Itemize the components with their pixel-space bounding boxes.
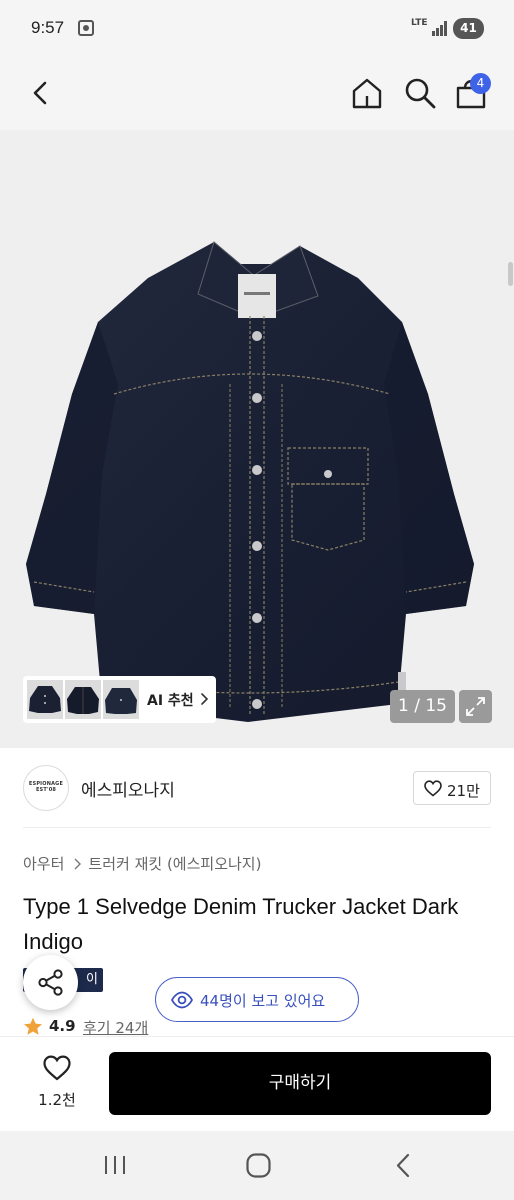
share-button[interactable] — [23, 955, 78, 1010]
network-type: LTE — [411, 18, 428, 28]
cart-count-badge: 4 — [470, 73, 491, 94]
image-page-counter: 1 / 15 — [390, 690, 455, 723]
reviews-link[interactable]: 후기 24개 — [83, 1017, 148, 1038]
heart-icon — [424, 780, 442, 797]
purchase-bar: 1.2천 구매하기 — [0, 1036, 514, 1131]
ai-recommend-label: AI 추천 — [147, 693, 194, 709]
signal-icon — [432, 21, 448, 36]
breadcrumb-category[interactable]: 아우터 — [23, 853, 64, 874]
status-time: 9:57 — [31, 18, 65, 37]
ai-recommend-strip[interactable]: AI 추천 — [23, 676, 216, 723]
breadcrumb: 아우터 트러커 재킷 (에스피오나지) — [23, 853, 261, 873]
brand-row: ESPIONAGE EST'08 에스피오나지 21만 — [0, 748, 514, 828]
home-icon[interactable] — [350, 76, 384, 110]
eye-icon — [171, 991, 193, 1009]
brand-like-button[interactable]: 21만 — [413, 771, 491, 805]
wishlist-count: 1.2천 — [38, 1091, 76, 1109]
chevron-right-icon — [73, 858, 82, 870]
back-nav-icon[interactable] — [393, 1152, 413, 1179]
thumbnail[interactable] — [103, 680, 139, 719]
home-nav-icon[interactable] — [245, 1152, 272, 1179]
brand-like-count: 21만 — [447, 782, 480, 800]
brand-logo-text: ESPIONAGE EST'08 — [28, 781, 64, 793]
divider — [23, 827, 491, 828]
buy-button[interactable]: 구매하기 — [109, 1052, 491, 1115]
rating-value: 4.9 — [49, 1017, 76, 1035]
viewers-text: 44명이 보고 있어요 — [200, 992, 326, 1010]
brand-name[interactable]: 에스피오나지 — [81, 776, 175, 801]
brand-logo[interactable]: ESPIONAGE EST'08 — [23, 765, 69, 811]
chevron-right-icon — [201, 693, 209, 705]
breadcrumb-subcategory[interactable]: 트러커 재킷 (에스피오나지) — [88, 853, 261, 874]
back-icon[interactable] — [26, 78, 56, 108]
expand-button[interactable] — [459, 690, 492, 723]
thumbnail[interactable] — [27, 680, 63, 719]
product-title: Type 1 Selvedge Denim Trucker Jacket Dar… — [23, 894, 459, 954]
app-header — [0, 58, 514, 130]
search-icon[interactable] — [403, 76, 437, 110]
battery-icon: 41 — [453, 18, 484, 39]
status-bar: 9:57 LTE 41 — [0, 0, 514, 58]
thumbnail[interactable] — [65, 680, 101, 719]
star-icon — [24, 1017, 42, 1035]
product-image-gallery[interactable] — [0, 130, 514, 748]
expand-icon — [466, 697, 485, 716]
recents-icon[interactable] — [102, 1153, 128, 1177]
heart-icon[interactable] — [43, 1055, 71, 1081]
screenshot-icon — [78, 20, 94, 36]
viewers-count-pill: 44명이 보고 있어요 — [155, 977, 359, 1022]
system-navigation-bar — [0, 1131, 514, 1200]
scrollbar[interactable] — [508, 262, 513, 286]
share-icon — [38, 969, 63, 996]
